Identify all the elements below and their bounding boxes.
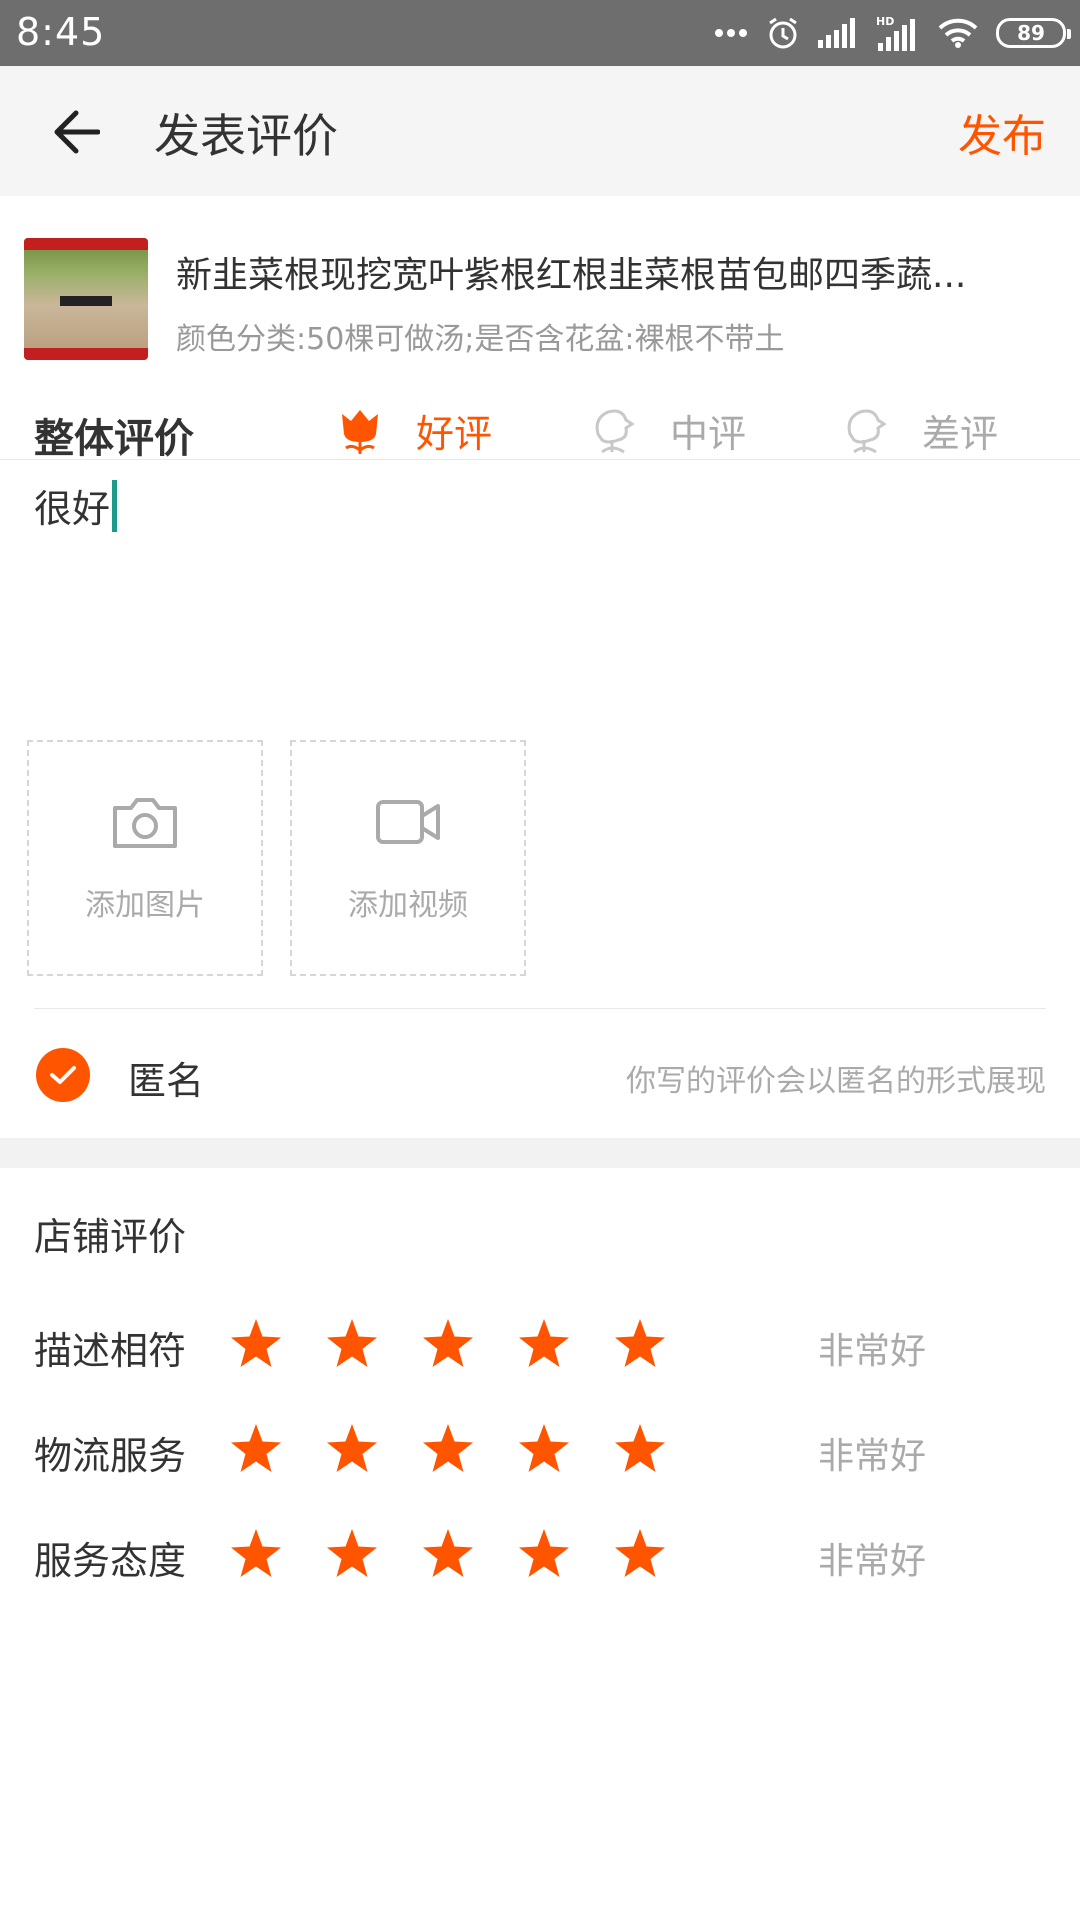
star-icon[interactable] (324, 1421, 380, 1477)
video-camera-icon (376, 800, 440, 844)
star-icon[interactable] (228, 1421, 284, 1477)
star-icon[interactable] (612, 1316, 668, 1372)
shop-rating-row: 物流服务 非常好 (0, 1411, 1080, 1491)
checkmark-icon (50, 1066, 76, 1084)
rating-good-option[interactable]: 好评 (334, 402, 492, 458)
rating-bad-label: 差评 (922, 411, 999, 456)
section-separator (0, 1138, 1080, 1168)
shop-rating-label: 描述相符 (34, 1329, 187, 1373)
rating-bad-option[interactable]: 差评 (840, 402, 998, 458)
anonymous-hint: 你写的评价会以匿名的形式展现 (626, 1064, 1046, 1099)
star-icon[interactable] (420, 1526, 476, 1582)
status-bar: 8:45 HD 89 (0, 0, 1080, 66)
star-icon[interactable] (420, 1421, 476, 1477)
star-icon[interactable] (516, 1421, 572, 1477)
signal-icon (818, 18, 858, 48)
product-thumbnail (24, 238, 148, 360)
flower-icon (342, 410, 378, 454)
star-icon[interactable] (516, 1526, 572, 1582)
star-rating[interactable] (228, 1526, 668, 1582)
review-text-value: 很好 (34, 487, 111, 531)
wilted-flower-icon (595, 409, 635, 454)
product-sku: 颜色分类:50棵可做汤;是否含花盆:裸根不带土 (176, 322, 785, 357)
star-icon[interactable] (324, 1316, 380, 1372)
star-icon[interactable] (324, 1526, 380, 1582)
product-card: 新韭菜根现挖宽叶紫根红根韭菜根苗包邮四季蔬... 颜色分类:50棵可做汤;是否含… (0, 196, 1080, 390)
status-icons: HD 89 (714, 12, 1071, 54)
add-photo-label: 添加图片 (85, 888, 205, 923)
hd-signal-icon: HD (876, 15, 920, 51)
add-video-button[interactable]: 添加视频 (290, 740, 526, 976)
add-photo-button[interactable]: 添加图片 (27, 740, 263, 976)
battery-level: 89 (1017, 21, 1045, 45)
anonymous-checkbox[interactable] (36, 1048, 90, 1102)
shop-rating-text: 非常好 (818, 1541, 927, 1582)
battery-icon: 89 (996, 18, 1071, 48)
rating-good-label: 好评 (416, 411, 493, 456)
star-icon[interactable] (516, 1316, 572, 1372)
shop-rating-title: 店铺评价 (34, 1215, 187, 1259)
overall-rating: 整体评价 好评 中评 差评 (0, 390, 1080, 462)
publish-button[interactable]: 发布 (958, 100, 1046, 164)
shop-rating-label: 物流服务 (34, 1434, 187, 1478)
title-bar: 发表评价 发布 (0, 66, 1080, 196)
star-icon[interactable] (420, 1316, 476, 1372)
star-icon[interactable] (612, 1421, 668, 1477)
star-rating[interactable] (228, 1421, 668, 1477)
overall-rating-label: 整体评价 (34, 416, 194, 462)
page-title: 发表评价 (154, 109, 338, 163)
alarm-icon (766, 16, 800, 50)
shop-rating-label: 服务态度 (34, 1539, 187, 1583)
wilted-flower-icon (847, 409, 887, 454)
star-icon[interactable] (228, 1316, 284, 1372)
product-title: 新韭菜根现挖宽叶紫根红根韭菜根苗包邮四季蔬... (176, 255, 967, 296)
rating-mid-label: 中评 (670, 411, 747, 456)
arrow-left-icon (54, 110, 100, 154)
text-cursor (112, 479, 118, 532)
add-video-label: 添加视频 (348, 888, 468, 923)
star-icon[interactable] (612, 1526, 668, 1582)
svg-text:HD: HD (876, 15, 894, 28)
back-button[interactable] (46, 102, 106, 162)
shop-rating-text: 非常好 (818, 1436, 927, 1477)
status-time: 8:45 (16, 10, 106, 54)
shop-rating-text: 非常好 (818, 1331, 927, 1372)
star-rating[interactable] (228, 1316, 668, 1372)
rating-mid-option[interactable]: 中评 (588, 402, 746, 458)
divider (34, 1008, 1046, 1009)
shop-rating-row: 描述相符 非常好 (0, 1306, 1080, 1386)
more-dots-icon (714, 27, 748, 39)
anonymous-label: 匿名 (128, 1059, 205, 1103)
review-text-input[interactable]: 很好 (34, 478, 118, 533)
wifi-icon (938, 18, 978, 48)
shop-rating-row: 服务态度 非常好 (0, 1516, 1080, 1596)
star-icon[interactable] (228, 1526, 284, 1582)
camera-icon (113, 798, 177, 848)
